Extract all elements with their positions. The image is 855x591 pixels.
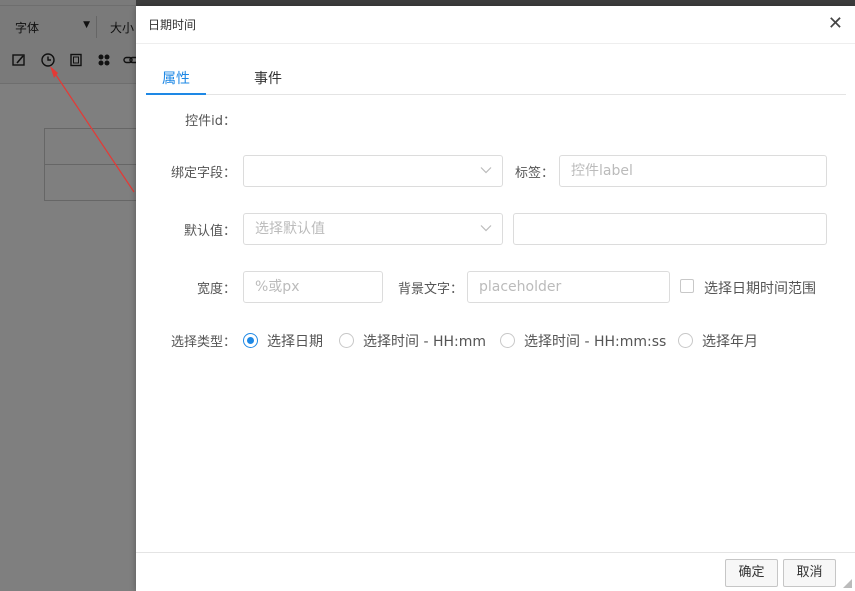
width-placeholder: %或px — [255, 279, 300, 295]
range-checkbox-label[interactable]: 选择日期时间范围 — [704, 278, 816, 298]
bind-field-select[interactable] — [243, 155, 503, 187]
dialog-title: 日期时间 — [148, 18, 197, 32]
dialog-tabs: 属性 事件 — [146, 64, 846, 95]
cancel-button[interactable]: 取消 — [783, 559, 836, 587]
radio-year-month[interactable] — [678, 333, 693, 348]
range-checkbox[interactable] — [680, 279, 694, 293]
tab-events[interactable]: 事件 — [254, 68, 282, 95]
tag-input[interactable]: 控件label — [559, 155, 827, 187]
background-text-placeholder: placeholder — [479, 279, 562, 295]
dialog-footer: 确定 取消 — [136, 552, 855, 591]
radio-time-hhmmss-label[interactable]: 选择时间 - HH:mm:ss — [524, 331, 666, 351]
width-label: 宽度： — [196, 282, 236, 297]
background-text-label: 背景文字： — [397, 282, 463, 297]
background-text-input[interactable]: placeholder — [467, 271, 670, 303]
tab-properties[interactable]: 属性 — [146, 68, 206, 95]
radio-time-hhmm-label[interactable]: 选择时间 - HH:mm — [363, 331, 486, 351]
close-icon[interactable]: ✕ — [828, 14, 843, 34]
default-value-placeholder: 选择默认值 — [255, 221, 325, 237]
width-input[interactable]: %或px — [243, 271, 383, 303]
control-id-label: 控件id： — [185, 114, 236, 129]
confirm-button[interactable]: 确定 — [725, 559, 778, 587]
bind-field-label: 绑定字段： — [170, 166, 236, 181]
tag-label: 标签： — [514, 166, 554, 181]
radio-date[interactable] — [243, 333, 258, 348]
radio-time-hhmmss[interactable] — [500, 333, 515, 348]
select-type-label: 选择类型： — [170, 335, 236, 350]
radio-date-label[interactable]: 选择日期 — [267, 331, 323, 351]
annotation-arrow — [50, 66, 135, 193]
tag-placeholder: 控件label — [571, 163, 633, 179]
chevron-down-icon — [480, 167, 492, 174]
chevron-down-icon — [480, 225, 492, 232]
resize-grip-icon[interactable] — [843, 579, 852, 588]
radio-time-hhmm[interactable] — [339, 333, 354, 348]
dialog-header: 日期时间 ✕ — [136, 6, 855, 44]
default-value-select[interactable]: 选择默认值 — [243, 213, 503, 245]
radio-year-month-label[interactable]: 选择年月 — [702, 331, 758, 351]
default-value-input[interactable] — [513, 213, 827, 245]
default-value-label: 默认值： — [183, 224, 236, 239]
date-time-dialog: 日期时间 ✕ 属性 事件 控件id： 绑定字段： 标签： 控件label 默认值… — [136, 6, 855, 591]
